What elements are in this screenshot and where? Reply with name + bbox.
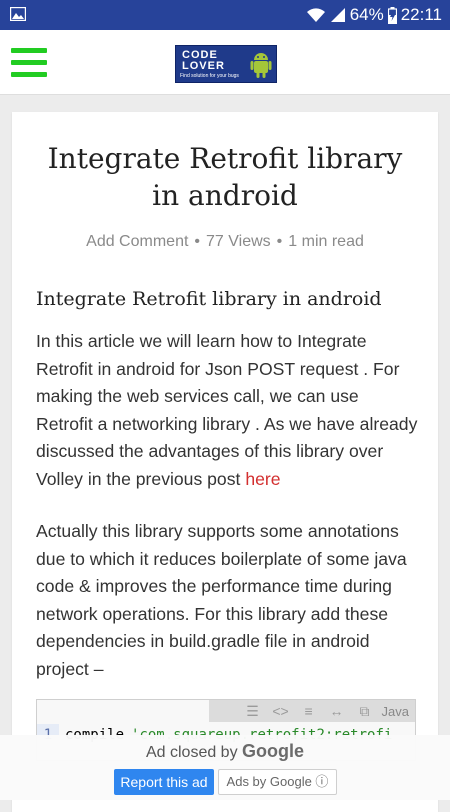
open-window-icon[interactable]: ⧉ (354, 703, 376, 719)
ad-banner: Ad closed by Google Report this ad Ads b… (0, 735, 450, 800)
wrap-lines-icon[interactable]: ≡ (298, 703, 320, 719)
status-icons: 64% 22:11 (306, 0, 442, 30)
signal-icon (330, 8, 345, 22)
article-subheading: Integrate Retrofit library in android (36, 288, 382, 310)
expand-icon[interactable]: ↔ (326, 703, 348, 719)
image-icon (10, 7, 26, 21)
code-language: Java (381, 703, 409, 719)
android-icon (250, 53, 272, 78)
google-wordmark: Google (242, 741, 305, 761)
paragraph-intro: In this article we will learn how to Int… (36, 331, 418, 489)
site-logo[interactable]: CODE LOVER Find solution for your bugs (175, 45, 277, 83)
clock: 22:11 (400, 5, 442, 24)
hamburger-menu-icon[interactable] (11, 48, 47, 78)
ads-by-google-button[interactable]: Ads by Google ⓘ (218, 769, 337, 795)
battery-percent: 64% (349, 5, 384, 24)
view-source-icon[interactable]: ☰ (242, 703, 264, 719)
article-meta: Add Comment • 77 Views • 1 min read (86, 233, 364, 250)
code-icon[interactable]: <> (270, 703, 292, 719)
ad-closed-message: Ad closed by Google (145, 741, 305, 761)
article-card: Integrate Retrofit library in android Ad… (12, 112, 438, 812)
app-header: CODE LOVER Find solution for your bugs (0, 30, 450, 95)
code-toolbar: ☰ <> ≡ ↔ ⧉ Java (209, 700, 415, 722)
article-title: Integrate Retrofit library in android (47, 142, 403, 212)
read-time: 1 min read (288, 233, 364, 250)
status-bar: 64% 22:11 (0, 0, 450, 30)
battery-icon (387, 6, 397, 24)
add-comment-link[interactable]: Add Comment (86, 233, 188, 250)
report-ad-button[interactable]: Report this ad (114, 769, 214, 795)
here-link[interactable]: here (245, 469, 280, 489)
views-count: 77 Views (206, 233, 271, 250)
wifi-icon (306, 8, 325, 22)
paragraph-annotations: Actually this library supports some anno… (36, 521, 407, 679)
